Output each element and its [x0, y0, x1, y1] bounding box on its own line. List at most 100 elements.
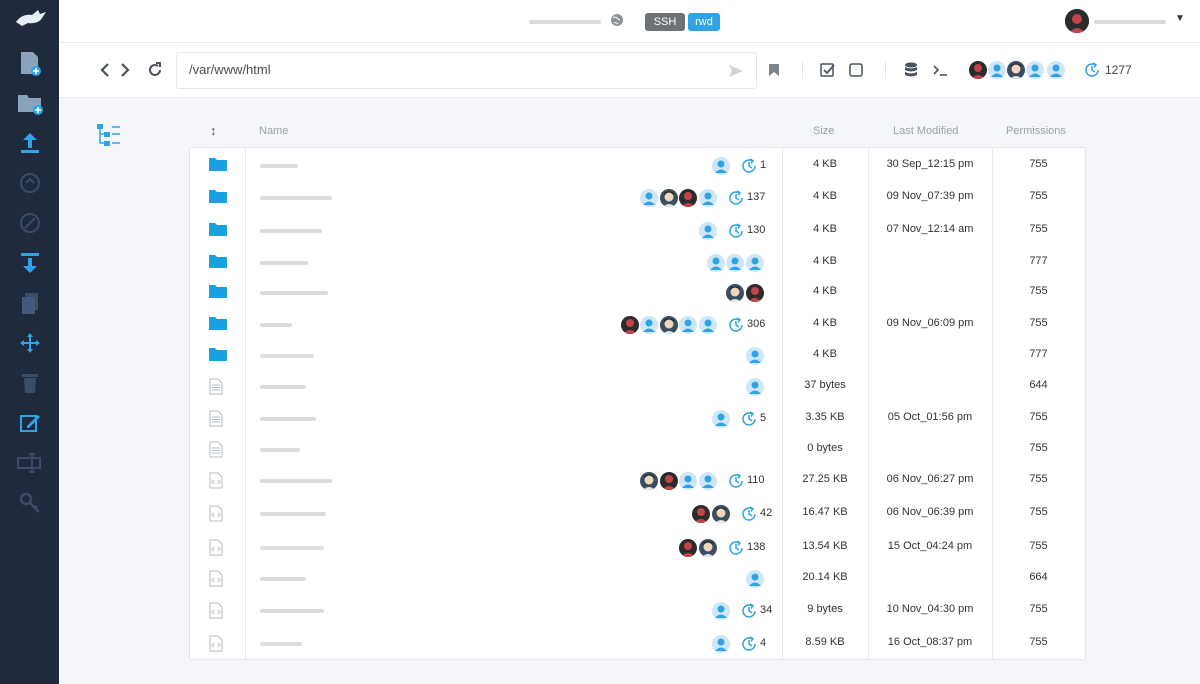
- file-name-placeholder[interactable]: [260, 479, 332, 483]
- permissions[interactable]: 755: [992, 285, 1085, 297]
- history-icon[interactable]: [726, 315, 746, 335]
- history-count: 138: [747, 541, 766, 553]
- table-row[interactable]: 20.14 KB 664: [190, 563, 1085, 594]
- file-name-placeholder[interactable]: [260, 512, 326, 516]
- path-field[interactable]: [176, 52, 757, 89]
- back-button[interactable]: [96, 61, 114, 79]
- collaborator-avatar[interactable]: [1026, 61, 1044, 79]
- refresh-button[interactable]: [146, 61, 164, 79]
- table-row[interactable]: 0 bytes 755: [190, 434, 1085, 465]
- database-icon[interactable]: [902, 61, 920, 79]
- column-header-size[interactable]: Size: [813, 125, 834, 137]
- folder-icon: [209, 316, 227, 332]
- file-name-placeholder[interactable]: [260, 196, 332, 200]
- file-size: 8.59 KB: [805, 636, 845, 648]
- file-name-placeholder[interactable]: [260, 417, 316, 421]
- table-row[interactable]: 110 27.25 KB 06 Nov_06:27 pm 755: [190, 465, 1085, 496]
- table-row[interactable]: 42 16.47 KB 06 Nov_06:39 pm 755: [190, 498, 1085, 529]
- history-count: 34: [760, 604, 773, 616]
- column-header-name[interactable]: Name: [259, 125, 288, 137]
- caret-down-icon[interactable]: ▼: [1175, 13, 1185, 24]
- permissions[interactable]: 777: [992, 255, 1085, 267]
- column-header-last-modified[interactable]: Last Modified: [893, 125, 958, 137]
- file-name-placeholder[interactable]: [260, 164, 298, 168]
- history-icon[interactable]: [726, 538, 746, 558]
- permissions[interactable]: 664: [992, 571, 1085, 583]
- send-icon[interactable]: [728, 63, 744, 79]
- table-row[interactable]: 4 KB 777: [190, 340, 1085, 371]
- history-icon[interactable]: [739, 156, 759, 176]
- table-row[interactable]: 34 9 bytes 10 Nov_04:30 pm 755: [190, 595, 1085, 626]
- file-name-placeholder[interactable]: [260, 385, 306, 389]
- table-row[interactable]: 4 KB 755: [190, 277, 1085, 308]
- permissions[interactable]: 755: [992, 473, 1085, 485]
- sort-icon[interactable]: ↕: [210, 123, 217, 138]
- upload-icon[interactable]: [17, 130, 43, 156]
- app-logo[interactable]: [14, 6, 48, 30]
- file-name-placeholder[interactable]: [260, 323, 292, 327]
- file-name-placeholder[interactable]: [260, 354, 314, 358]
- terminal-icon[interactable]: [931, 61, 949, 79]
- table-row[interactable]: 137 4 KB 09 Nov_07:39 pm 755: [190, 182, 1085, 213]
- code-icon: [209, 602, 227, 619]
- permissions[interactable]: 755: [992, 506, 1085, 518]
- history-icon[interactable]: [739, 409, 759, 429]
- download-icon[interactable]: [17, 250, 43, 276]
- permissions[interactable]: 755: [992, 190, 1085, 202]
- permissions[interactable]: 644: [992, 379, 1085, 391]
- collaborator-avatar[interactable]: [1007, 61, 1025, 79]
- table-row[interactable]: 306 4 KB 09 Nov_06:09 pm 755: [190, 309, 1085, 340]
- permissions[interactable]: 755: [992, 411, 1085, 423]
- permissions[interactable]: 755: [992, 603, 1085, 615]
- bookmark-icon[interactable]: [765, 61, 783, 79]
- permissions[interactable]: 755: [992, 158, 1085, 170]
- permissions[interactable]: 777: [992, 348, 1085, 360]
- history-icon[interactable]: [726, 221, 746, 241]
- file-name-placeholder[interactable]: [260, 546, 324, 550]
- move-icon[interactable]: [17, 330, 43, 356]
- table-row[interactable]: 1 4 KB 30 Sep_12:15 pm 755: [190, 150, 1085, 181]
- new-folder-icon[interactable]: [17, 90, 43, 116]
- permissions[interactable]: 755: [992, 223, 1085, 235]
- tree-view-icon[interactable]: [96, 122, 122, 148]
- select-all-icon[interactable]: [819, 61, 837, 79]
- history-icon[interactable]: [739, 504, 759, 524]
- file-name-placeholder[interactable]: [260, 448, 300, 452]
- history-icon[interactable]: [726, 188, 746, 208]
- permissions[interactable]: 755: [992, 442, 1085, 454]
- path-input[interactable]: [189, 62, 709, 77]
- file-name-placeholder[interactable]: [260, 291, 328, 295]
- new-file-icon[interactable]: [17, 50, 43, 76]
- history-count: 110: [747, 474, 765, 486]
- file-name-placeholder[interactable]: [260, 609, 324, 613]
- user-avatar[interactable]: [1065, 9, 1089, 33]
- collaborator-avatar[interactable]: [1047, 61, 1065, 79]
- table-row[interactable]: 5 3.35 KB 05 Oct_01:56 pm 755: [190, 403, 1085, 434]
- table-row[interactable]: 4 KB 777: [190, 247, 1085, 278]
- forward-button[interactable]: [116, 61, 134, 79]
- file-name-placeholder[interactable]: [260, 229, 322, 233]
- table-row[interactable]: 4 8.59 KB 16 Oct_08:37 pm 755: [190, 628, 1085, 659]
- history-icon[interactable]: [739, 634, 759, 654]
- table-row[interactable]: 138 13.54 KB 15 Oct_04:24 pm 755: [190, 532, 1085, 563]
- collaborator-avatar[interactable]: [988, 61, 1006, 79]
- file-name-placeholder[interactable]: [260, 577, 306, 581]
- edit-icon[interactable]: [17, 410, 43, 436]
- history-icon[interactable]: [726, 471, 746, 491]
- link-icon: [17, 210, 43, 236]
- table-row[interactable]: 37 bytes 644: [190, 371, 1085, 402]
- history-icon[interactable]: [1082, 60, 1102, 80]
- permissions[interactable]: 755: [992, 540, 1085, 552]
- folder-icon: [209, 157, 227, 173]
- file-name-placeholder[interactable]: [260, 261, 308, 265]
- column-header-permissions[interactable]: Permissions: [1006, 125, 1066, 137]
- table-row[interactable]: 130 4 KB 07 Nov_12:14 am 755: [190, 215, 1085, 246]
- key-icon: [17, 490, 43, 516]
- collaborator-avatar[interactable]: [969, 61, 987, 79]
- history-icon[interactable]: [739, 601, 759, 621]
- permissions[interactable]: 755: [992, 636, 1085, 648]
- file-name-placeholder[interactable]: [260, 642, 302, 646]
- deselect-icon[interactable]: [847, 61, 865, 79]
- permissions[interactable]: 755: [992, 317, 1085, 329]
- user-name-placeholder[interactable]: [1094, 20, 1166, 24]
